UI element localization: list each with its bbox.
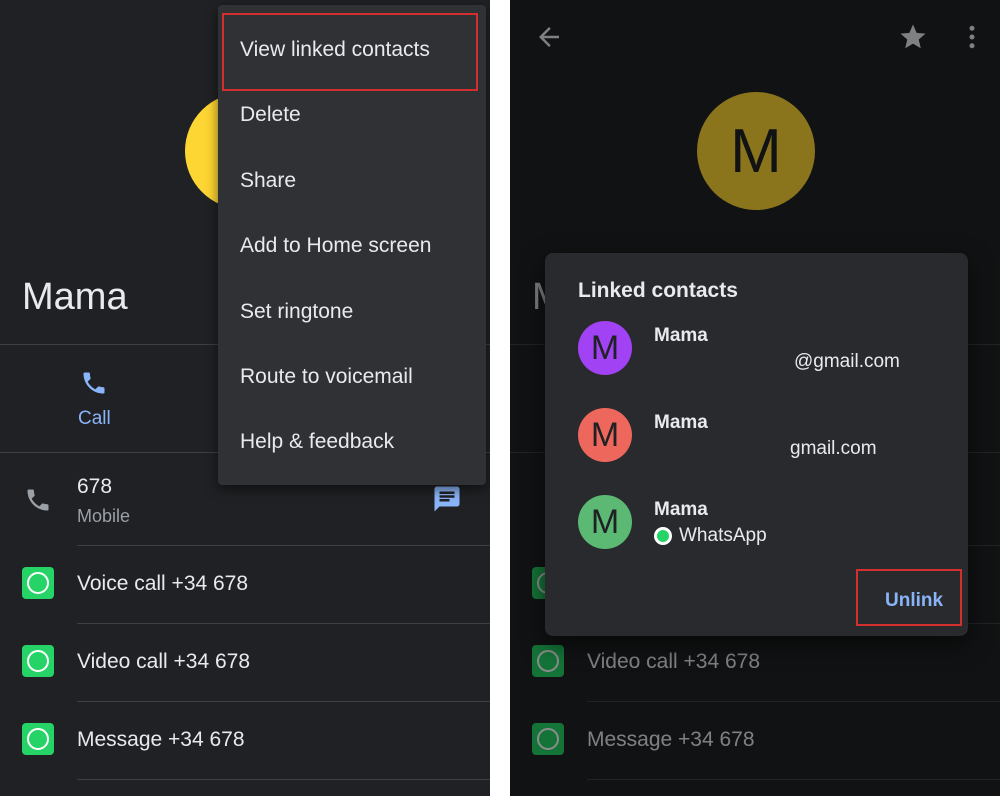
dialog-title: Linked contacts [578, 279, 738, 302]
whatsapp-icon [22, 645, 54, 677]
contact-name: Mama [22, 276, 128, 318]
whatsapp-voice-call-row[interactable]: Voice call +34 678 [77, 572, 248, 596]
menu-item-help-feedback[interactable]: Help & feedback [240, 430, 394, 454]
phone-number: 678 [77, 475, 113, 498]
phone-icon [27, 489, 49, 511]
phone-type: Mobile [77, 506, 131, 526]
linked-contact-account: gmail.com [790, 438, 877, 459]
menu-item-add-to-home-screen[interactable]: Add to Home screen [240, 234, 431, 258]
linked-contact-avatar: M [578, 321, 632, 375]
whatsapp-message-row[interactable]: Message +34 678 [77, 728, 245, 752]
whatsapp-video-call-row[interactable]: Video call +34 678 [77, 650, 250, 674]
whatsapp-icon [22, 567, 54, 599]
menu-item-set-ringtone[interactable]: Set ringtone [240, 300, 353, 324]
menu-item-share[interactable]: Share [240, 169, 296, 193]
menu-item-delete[interactable]: Delete [240, 103, 301, 127]
whatsapp-small-icon [654, 527, 672, 545]
linked-contact-account: WhatsApp [679, 525, 767, 546]
linked-contacts-screen: M M Video call +34 678 Message +34 678 L… [510, 0, 1000, 796]
linked-contact-avatar: M [578, 495, 632, 549]
message-icon[interactable] [432, 484, 462, 514]
linked-contact-name: Mama [654, 412, 708, 433]
linked-contact-item[interactable]: M Mama @gmail.com [545, 315, 968, 385]
phone-icon [83, 372, 105, 394]
menu-item-route-to-voicemail[interactable]: Route to voicemail [240, 365, 413, 389]
linked-contact-name: Mama [654, 325, 708, 346]
highlight-box [222, 13, 478, 91]
linked-contact-item[interactable]: M Mama WhatsApp [545, 489, 968, 559]
whatsapp-icon [22, 723, 54, 755]
call-action-button[interactable]: Call [70, 366, 120, 432]
linked-contact-avatar: M [578, 408, 632, 462]
linked-contact-item[interactable]: M Mama gmail.com [545, 402, 968, 472]
contact-details-screen: Mama Call 678 Mobile Voice call +34 678 … [0, 0, 490, 796]
call-label: Call [78, 408, 111, 429]
linked-contact-account: @gmail.com [794, 351, 900, 372]
highlight-box [856, 569, 962, 626]
linked-contact-name: Mama [654, 499, 708, 520]
